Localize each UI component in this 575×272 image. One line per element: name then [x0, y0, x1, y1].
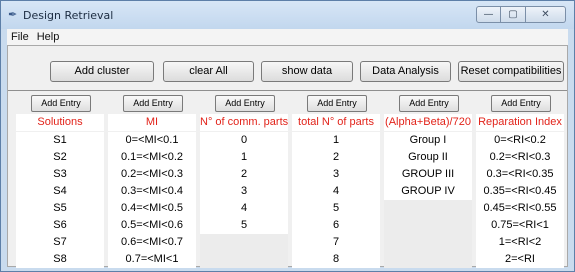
table-cell[interactable]: 0=<RI<0.2 — [476, 132, 564, 149]
table-cell[interactable]: 0.5=<MI<0.6 — [108, 217, 196, 234]
table-cell[interactable]: GROUP IV — [384, 183, 472, 200]
column-header: N° of comm. parts — [200, 114, 288, 131]
table-cell[interactable]: 6 — [292, 217, 380, 234]
show-data-button[interactable]: show data — [261, 61, 353, 82]
add-entry-button[interactable]: Add Entry — [399, 95, 459, 112]
column-header: (Alpha+Beta)/720 — [384, 114, 472, 131]
table-cell[interactable]: 0.35=<RI<0.45 — [476, 183, 564, 200]
empty-cell — [384, 200, 472, 217]
caption-buttons: — ▢ ✕ — [476, 6, 566, 23]
table-cell[interactable]: 0.4=<MI<0.5 — [108, 200, 196, 217]
table-cell[interactable]: 0.75=<RI<1 — [476, 217, 564, 234]
table-cell[interactable]: 2 — [292, 149, 380, 166]
table-cell[interactable]: GROUP III — [384, 166, 472, 183]
close-button[interactable]: ✕ — [526, 6, 566, 23]
table-cell[interactable]: 0.3=<MI<0.4 — [108, 183, 196, 200]
data-analysis-button[interactable]: Data Analysis — [360, 61, 451, 82]
table-cell[interactable]: S4 — [16, 183, 104, 200]
column-header: MI — [108, 114, 196, 131]
add-entry-button[interactable]: Add Entry — [31, 95, 91, 112]
feather-icon: ✒ — [8, 8, 18, 21]
table-cell[interactable]: S6 — [16, 217, 104, 234]
app-window: ✒ Design Retrieval — ▢ ✕ File Help Add c… — [0, 0, 575, 272]
add-entry-button[interactable]: Add Entry — [491, 95, 551, 112]
column-reparation-index: Add Entry Reparation Index 0=<RI<0.2 0.2=<R… — [476, 92, 564, 268]
empty-cell — [384, 251, 472, 268]
table-cell[interactable]: 0.3=<RI<0.35 — [476, 166, 564, 183]
table-cell[interactable]: 0.45=<RI<0.55 — [476, 200, 564, 217]
table-cell[interactable]: S7 — [16, 234, 104, 251]
table-cell[interactable]: S8 — [16, 251, 104, 268]
table-cell[interactable]: 3 — [292, 166, 380, 183]
table-cell[interactable]: S2 — [16, 149, 104, 166]
minimize-button[interactable]: — — [476, 6, 501, 23]
column-header: Reparation Index — [476, 114, 564, 131]
table-cell[interactable]: 0=<MI<0.1 — [108, 132, 196, 149]
menu-help[interactable]: Help — [37, 31, 60, 43]
column-header: Solutions — [16, 114, 104, 131]
menu-file[interactable]: File — [11, 31, 29, 43]
table-cell[interactable]: S3 — [16, 166, 104, 183]
column-common-parts: Add Entry N° of comm. parts 0 1 2 3 4 5 — [200, 92, 288, 268]
column-mi: Add Entry MI 0=<MI<0.1 0.1=<MI<0.2 0.2=<MI<0… — [108, 92, 196, 268]
divider — [8, 90, 567, 91]
data-grid: Add Entry Solutions S1 S2 S3 S4 S5 S6 S7 S8 Add En… — [16, 92, 566, 268]
table-cell[interactable]: 0.2=<RI<0.3 — [476, 149, 564, 166]
table-cell[interactable]: 5 — [200, 217, 288, 234]
table-cell[interactable]: 4 — [200, 200, 288, 217]
table-cell[interactable]: 2=<RI — [476, 251, 564, 268]
table-cell[interactable]: 0 — [200, 132, 288, 149]
reset-compatibilities-button[interactable]: Reset compatibilities — [458, 61, 564, 82]
table-cell[interactable]: 0.6=<MI<0.7 — [108, 234, 196, 251]
table-cell[interactable]: 8 — [292, 251, 380, 268]
table-cell[interactable]: S1 — [16, 132, 104, 149]
menu-bar: File Help — [7, 29, 568, 45]
add-entry-button[interactable]: Add Entry — [307, 95, 367, 112]
table-cell[interactable]: 7 — [292, 234, 380, 251]
table-cell[interactable]: 0.7=<MI<1 — [108, 251, 196, 268]
table-cell[interactable]: 3 — [200, 183, 288, 200]
main-panel: Add cluster clear All show data Data Ana… — [7, 45, 568, 268]
column-header: total N° of parts — [292, 114, 380, 131]
title-bar[interactable]: ✒ Design Retrieval — ▢ ✕ — [1, 1, 574, 29]
table-cell[interactable]: Group I — [384, 132, 472, 149]
column-solutions: Add Entry Solutions S1 S2 S3 S4 S5 S6 S7 S8 — [16, 92, 104, 268]
table-cell[interactable]: 1 — [292, 132, 380, 149]
table-cell[interactable]: 0.2=<MI<0.3 — [108, 166, 196, 183]
table-cell[interactable]: 5 — [292, 200, 380, 217]
empty-cell — [384, 217, 472, 234]
table-cell[interactable]: 4 — [292, 183, 380, 200]
column-alpha-beta: Add Entry (Alpha+Beta)/720 Group I Group II… — [384, 92, 472, 268]
column-total-parts: Add Entry total N° of parts 1 2 3 4 5 6 7 8 — [292, 92, 380, 268]
maximize-button[interactable]: ▢ — [501, 6, 526, 23]
table-cell[interactable]: 1=<RI<2 — [476, 234, 564, 251]
table-cell[interactable]: S5 — [16, 200, 104, 217]
add-cluster-button[interactable]: Add cluster — [50, 61, 154, 82]
add-entry-button[interactable]: Add Entry — [215, 95, 275, 112]
window-title: Design Retrieval — [23, 9, 114, 22]
table-cell[interactable]: 0.1=<MI<0.2 — [108, 149, 196, 166]
empty-cell — [200, 251, 288, 268]
empty-cell — [384, 234, 472, 251]
add-entry-button[interactable]: Add Entry — [123, 95, 183, 112]
empty-cell — [200, 234, 288, 251]
clear-all-button[interactable]: clear All — [163, 61, 254, 82]
table-cell[interactable]: 1 — [200, 149, 288, 166]
table-cell[interactable]: 2 — [200, 166, 288, 183]
table-cell[interactable]: Group II — [384, 149, 472, 166]
